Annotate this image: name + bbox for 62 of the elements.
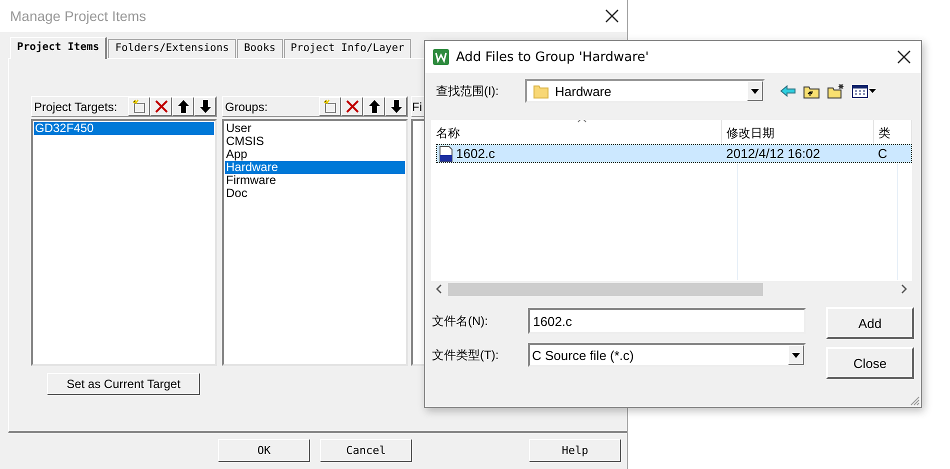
resize-grip-icon (910, 396, 920, 406)
table-cell: 2012/4/12 16:02 (726, 146, 820, 161)
set-target-button[interactable]: Set as Current Target (47, 373, 200, 395)
new-item-icon (322, 99, 338, 114)
dialog-button[interactable]: Close (826, 347, 914, 379)
field-label: 查找范围(I): (436, 82, 500, 100)
tool-button[interactable] (194, 97, 216, 116)
list-item[interactable]: GD32F450 (34, 122, 214, 135)
down-arrow-icon (198, 99, 212, 114)
tab[interactable]: Project Items (10, 37, 108, 59)
file-type-dropdown[interactable]: C Source file (*.c) (528, 343, 806, 367)
dialog-button[interactable]: Help (529, 439, 621, 462)
down-arrow-icon (388, 99, 404, 114)
file-name-field[interactable]: 1602.c (528, 308, 806, 334)
close-icon (605, 9, 619, 23)
close-button[interactable] (605, 9, 619, 23)
up-folder-icon (803, 84, 820, 98)
delete-icon (154, 99, 168, 114)
panel-label: Fi (412, 100, 422, 114)
up-arrow-icon (176, 99, 190, 114)
c-file-icon (439, 146, 453, 162)
view-menu-icon (852, 84, 876, 98)
tool-button[interactable] (385, 97, 407, 116)
dialog-button[interactable]: OK (218, 439, 310, 462)
delete-icon (344, 99, 360, 114)
window-title: Manage Project Items (10, 8, 146, 24)
toolbar-button[interactable] (803, 84, 820, 98)
close-icon (897, 50, 911, 64)
scroll-left-icon (436, 284, 442, 294)
file-row[interactable]: 1602.c 2012/4/12 16:02 C (436, 144, 912, 163)
tool-button[interactable] (172, 97, 194, 116)
dialog-button[interactable]: Add (826, 307, 914, 339)
table-cell: C (878, 146, 888, 161)
panel-label: Groups: (225, 100, 268, 114)
tool-button[interactable] (341, 97, 363, 116)
up-arrow-icon (366, 99, 382, 114)
toolbar-button[interactable] (827, 83, 845, 99)
tool-button[interactable] (150, 97, 172, 116)
close-button[interactable] (897, 50, 911, 64)
toolbar-button[interactable] (852, 84, 876, 98)
look-in-dropdown[interactable]: Hardware (525, 79, 765, 103)
tool-button[interactable] (363, 97, 385, 116)
field-label: 文件名(N): (432, 312, 489, 330)
tab[interactable]: Folders/Extensions (108, 39, 236, 58)
window-title: Add Files to Group 'Hardware' (456, 50, 650, 64)
new-folder-icon (827, 83, 845, 99)
back-arrow-icon (780, 85, 796, 97)
app-icon (433, 49, 449, 65)
tool-button[interactable] (128, 97, 150, 116)
list-item[interactable]: Hardware (225, 161, 405, 174)
dialog-button[interactable]: Cancel (320, 439, 412, 462)
tab[interactable]: Project Info/Layer (284, 39, 412, 58)
tab[interactable]: Books (236, 39, 283, 58)
dropdown-arrow-icon (751, 88, 759, 94)
new-item-icon (132, 99, 146, 114)
tool-button[interactable] (319, 97, 341, 116)
table-cell: 1602.c (456, 146, 496, 161)
dropdown-arrow-icon (792, 352, 800, 358)
scroll-right-icon (901, 284, 907, 294)
panel-label: Project Targets: (34, 100, 118, 114)
field-label: 文件类型(T): (432, 346, 500, 364)
folder-icon (533, 83, 549, 99)
